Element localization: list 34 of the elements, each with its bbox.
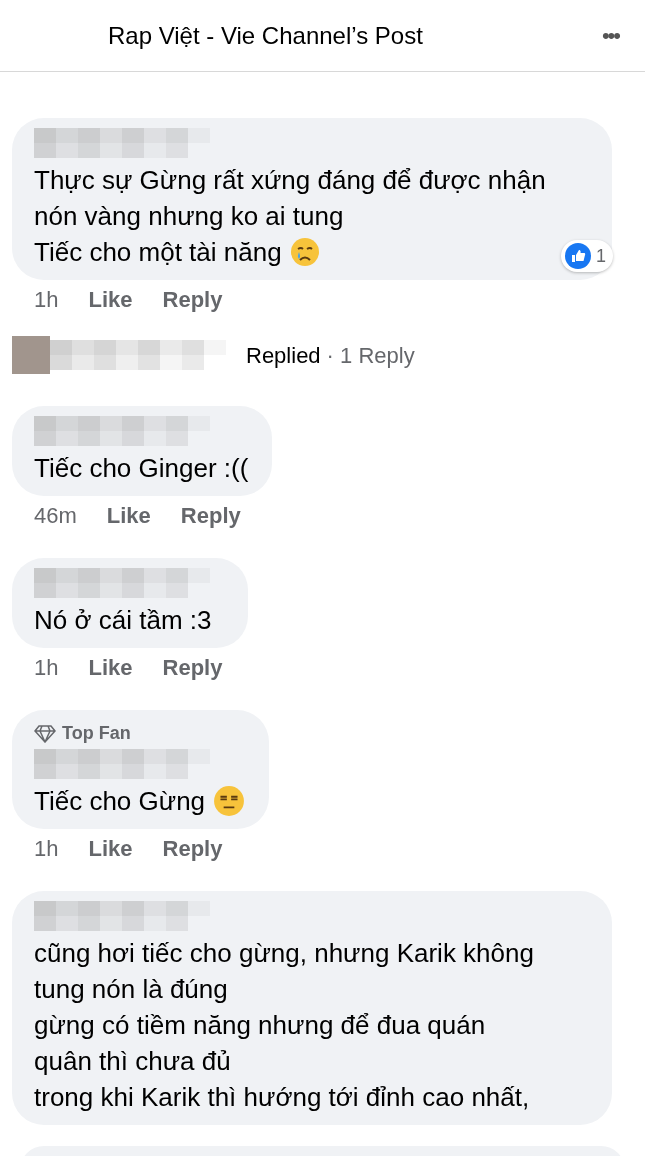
top-fan-label: Top Fan: [62, 722, 131, 745]
expressionless-face-icon: [213, 785, 246, 817]
comment-text: gừng có tiềm năng nhưng để đua quán: [34, 1009, 486, 1042]
diamond-icon: [34, 724, 56, 743]
comment-text: Thực sự Gừng rất xứng đáng để được nhận: [34, 164, 546, 197]
reply-button[interactable]: Reply: [180, 498, 241, 532]
crying-face-icon: [289, 237, 320, 267]
like-button[interactable]: Like: [106, 498, 151, 532]
comment-text: nón vàng nhưng ko ai tung: [34, 200, 344, 233]
reply-button[interactable]: Reply: [162, 650, 223, 684]
comment-text: Nó ở cái tầm :3: [34, 604, 212, 637]
comment-text: tung nón là đúng: [34, 973, 228, 1006]
timestamp: 1h: [34, 653, 59, 682]
like-button[interactable]: Like: [88, 282, 133, 316]
comment-text: cũng hơi tiếc cho gừng, nhưng Karik không: [34, 937, 534, 970]
timestamp: 1h: [34, 285, 59, 314]
comment-text: quân thì chưa đủ: [34, 1045, 231, 1078]
reply-button[interactable]: Reply: [162, 831, 223, 865]
comment-text: Tiếc cho một tài năng: [34, 236, 282, 269]
comment-text: trong khi Karik thì hướng tới đỉnh cao nhất,: [34, 1081, 530, 1114]
replied-label[interactable]: Replied: [246, 338, 321, 372]
thumbs-up-icon: [564, 242, 592, 270]
like-button[interactable]: Like: [88, 831, 133, 865]
reply-button[interactable]: Reply: [162, 282, 223, 316]
timestamp: 46m: [34, 501, 77, 530]
avatar: [12, 336, 50, 374]
comment-text: Tiếc cho Ginger :((: [34, 452, 249, 485]
timestamp: 1h: [34, 834, 59, 863]
reaction-count: 1: [561, 240, 613, 272]
post-title: Rap Việt - Vie Channel’s Post: [108, 20, 423, 51]
reply-count[interactable]: · 1 Reply: [326, 338, 415, 372]
more-button[interactable]: •••: [601, 19, 619, 52]
like-button[interactable]: Like: [88, 650, 133, 684]
comment-text: Tiếc cho Gừng: [34, 785, 206, 818]
